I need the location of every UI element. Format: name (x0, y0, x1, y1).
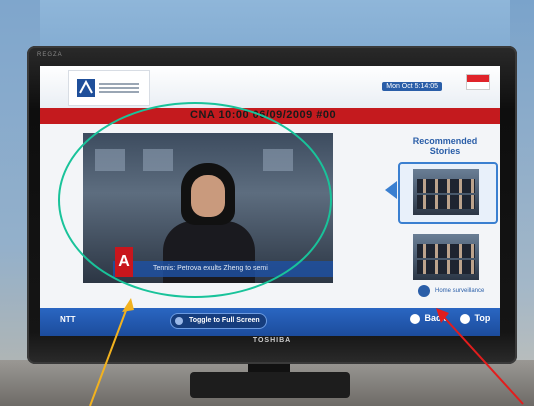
arrow-left-head-icon (122, 298, 134, 312)
arrow-right-line (441, 314, 524, 405)
annotation-arrows (89, 298, 524, 406)
arrow-left-line (89, 304, 129, 406)
